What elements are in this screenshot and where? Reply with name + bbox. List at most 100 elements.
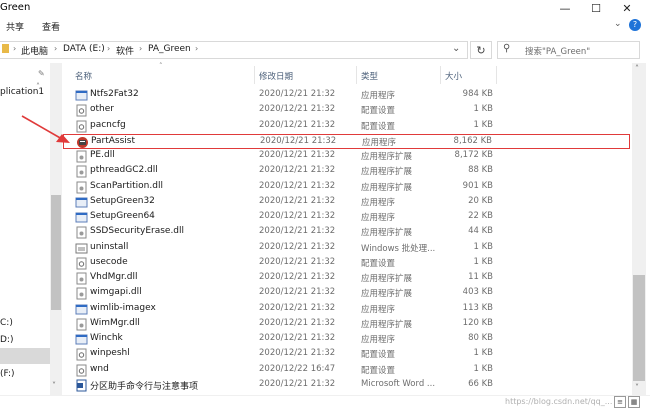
file-row-highlighted[interactable]: PartAssist 2020/12/21 21:32 应用程序 8,162 KB	[63, 133, 630, 149]
file-name: uninstall	[90, 241, 129, 252]
nav-selection	[0, 348, 50, 364]
file-row[interactable]: SSDSecurityErase.dll 2020/12/21 21:32 应用程序…	[63, 225, 630, 240]
file-date: 2020/12/21 21:32	[259, 150, 336, 160]
file-date: 2020/12/21 21:32	[259, 195, 336, 206]
nav-item-drive-f[interactable]: (F:)	[0, 369, 15, 379]
file-size: 984 KB	[462, 89, 493, 99]
file-row[interactable]: VhdMgr.dll 2020/12/21 21:32 应用程序扩展 11 KB	[63, 271, 630, 286]
file-row[interactable]: pthreadGC2.dll 2020/12/21 21:32 应用程序扩展 88 K…	[63, 164, 630, 179]
dll-icon	[75, 150, 88, 163]
details-view-icon[interactable]: ≡	[614, 396, 626, 408]
column-divider[interactable]	[356, 66, 357, 84]
file-row[interactable]: ScanPartition.dll 2020/12/21 21:32 应用程序扩展 9…	[63, 180, 630, 195]
file-date: 2020/12/21 21:32	[259, 348, 336, 359]
file-row[interactable]: wnd 2020/12/22 16:47 配置设置 1 KB	[63, 363, 630, 378]
file-name: ScanPartition.dll	[90, 180, 163, 191]
config-icon	[75, 104, 88, 117]
nav-item-application[interactable]: plication1	[0, 87, 44, 97]
file-row[interactable]: wimgapi.dll 2020/12/21 21:32 应用程序扩展 403 KB	[63, 286, 630, 301]
file-row[interactable]: wimlib-imagex 2020/12/21 21:32 应用程序 113 KB	[63, 302, 630, 317]
maximize-button[interactable]: ☐	[581, 0, 611, 17]
breadcrumb-separator-icon: ›	[13, 44, 17, 53]
column-header-row	[62, 63, 630, 85]
address-dropdown-icon[interactable]: ⌄	[452, 43, 460, 54]
file-date: 2020/12/21 21:32	[259, 272, 336, 282]
column-divider[interactable]	[496, 66, 497, 84]
file-size: 120 KB	[462, 317, 493, 328]
breadcrumb-software[interactable]: 软件	[116, 44, 134, 57]
breadcrumb-drive[interactable]: DATA (E:)	[63, 44, 105, 54]
dll-icon	[75, 165, 88, 178]
dll-icon	[75, 226, 88, 239]
column-header-name[interactable]: 名称	[75, 70, 92, 82]
file-row[interactable]: Ntfs2Fat32 2020/12/21 21:32 应用程序 984 KB	[63, 88, 630, 103]
file-size: 66 KB	[468, 378, 493, 389]
minimize-button[interactable]: —	[550, 0, 580, 17]
file-date: 2020/12/22 16:47	[259, 363, 336, 374]
pin-icon[interactable]: ✎	[38, 69, 45, 78]
refresh-button[interactable]: ↻	[470, 41, 492, 59]
file-size: 1 KB	[473, 119, 493, 130]
nav-item-drive-c[interactable]: C:)	[0, 318, 13, 328]
file-row[interactable]: other 2020/12/21 21:32 配置设置 1 KB	[63, 103, 630, 118]
file-list-scrollbar-thumb[interactable]	[633, 275, 645, 381]
nav-scrollbar-thumb[interactable]	[51, 195, 61, 310]
column-header-size[interactable]: 大小	[445, 70, 462, 82]
file-type: 应用程序	[361, 335, 396, 345]
file-type: 配置设置	[361, 258, 396, 269]
file-size: 113 KB	[462, 302, 493, 313]
nav-scroll-down-icon[interactable]: ˅	[52, 381, 56, 390]
scroll-up-icon[interactable]: ˄	[635, 64, 639, 73]
file-row[interactable]: winpeshl 2020/12/21 21:32 配置设置 1 KB	[63, 347, 630, 362]
tab-view[interactable]: 查看	[42, 20, 60, 33]
file-row[interactable]: SetupGreen64 2020/12/21 21:32 应用程序 22 KB	[63, 210, 630, 225]
dll-icon	[75, 181, 88, 194]
help-icon[interactable]: ?	[629, 19, 641, 31]
partassist-icon	[76, 136, 89, 149]
column-divider[interactable]	[254, 66, 255, 84]
file-type: 应用程序	[361, 213, 396, 223]
file-row[interactable]: SetupGreen32 2020/12/21 21:32 应用程序 20 KB	[63, 195, 630, 210]
file-date: 2020/12/21 21:32	[259, 211, 336, 221]
file-size: 403 KB	[462, 287, 493, 298]
app-icon	[75, 196, 88, 209]
file-type: 应用程序	[362, 137, 397, 148]
file-size: 11 KB	[468, 272, 493, 282]
file-row[interactable]: WimMgr.dll 2020/12/21 21:32 应用程序扩展 120 KB	[63, 317, 630, 332]
file-row[interactable]: Winchk 2020/12/21 21:32 应用程序 80 KB	[63, 332, 630, 347]
file-name: 分区助手命令行与注意事项	[90, 381, 199, 392]
file-name: Ntfs2Fat32	[90, 89, 139, 99]
file-name: other	[90, 104, 114, 115]
file-size: 1 KB	[473, 104, 493, 115]
file-row[interactable]: PE.dll 2020/12/21 21:32 应用程序扩展 8,172 KB	[63, 149, 630, 164]
file-row[interactable]: 分区助手命令行与注意事项 2020/12/21 21:32 Microsoft Wo…	[63, 378, 630, 393]
column-header-date[interactable]: 修改日期	[259, 70, 293, 82]
file-date: 2020/12/21 21:32	[259, 378, 336, 389]
file-size: 1 KB	[473, 256, 493, 267]
file-name: WimMgr.dll	[90, 317, 140, 328]
tab-share[interactable]: 共享	[6, 20, 24, 33]
file-name: wnd	[90, 363, 109, 374]
scroll-down-icon[interactable]: ˅	[635, 383, 639, 392]
file-type: 配置设置	[361, 106, 396, 117]
file-name: SetupGreen32	[90, 195, 155, 206]
app-icon	[75, 333, 88, 346]
file-row[interactable]: uninstall 2020/12/21 21:32 Windows 批处理... 1…	[63, 241, 630, 256]
breadcrumb-this-pc[interactable]: 此电脑	[21, 44, 48, 57]
nav-item-drive-d[interactable]: D:)	[0, 335, 13, 345]
close-button[interactable]: ✕	[612, 0, 642, 17]
file-row[interactable]: usecode 2020/12/21 21:32 配置设置 1 KB	[63, 256, 630, 271]
column-header-type[interactable]: 类型	[361, 70, 378, 82]
file-row[interactable]: pacncfg 2020/12/21 21:32 配置设置 1 KB	[63, 119, 630, 134]
breadcrumb-separator-icon: ›	[195, 44, 199, 53]
expand-ribbon-icon[interactable]: ⌄	[614, 19, 622, 29]
file-date: 2020/12/21 21:32	[259, 89, 336, 99]
column-divider[interactable]	[440, 66, 441, 84]
file-date: 2020/12/21 21:32	[259, 287, 336, 298]
breadcrumb-pa-green[interactable]: PA_Green	[148, 44, 191, 54]
app-icon	[75, 211, 88, 224]
config-icon	[75, 257, 88, 270]
config-icon	[75, 120, 88, 133]
large-icons-view-icon[interactable]: ▦	[628, 396, 640, 408]
file-name: SSDSecurityErase.dll	[90, 226, 185, 237]
